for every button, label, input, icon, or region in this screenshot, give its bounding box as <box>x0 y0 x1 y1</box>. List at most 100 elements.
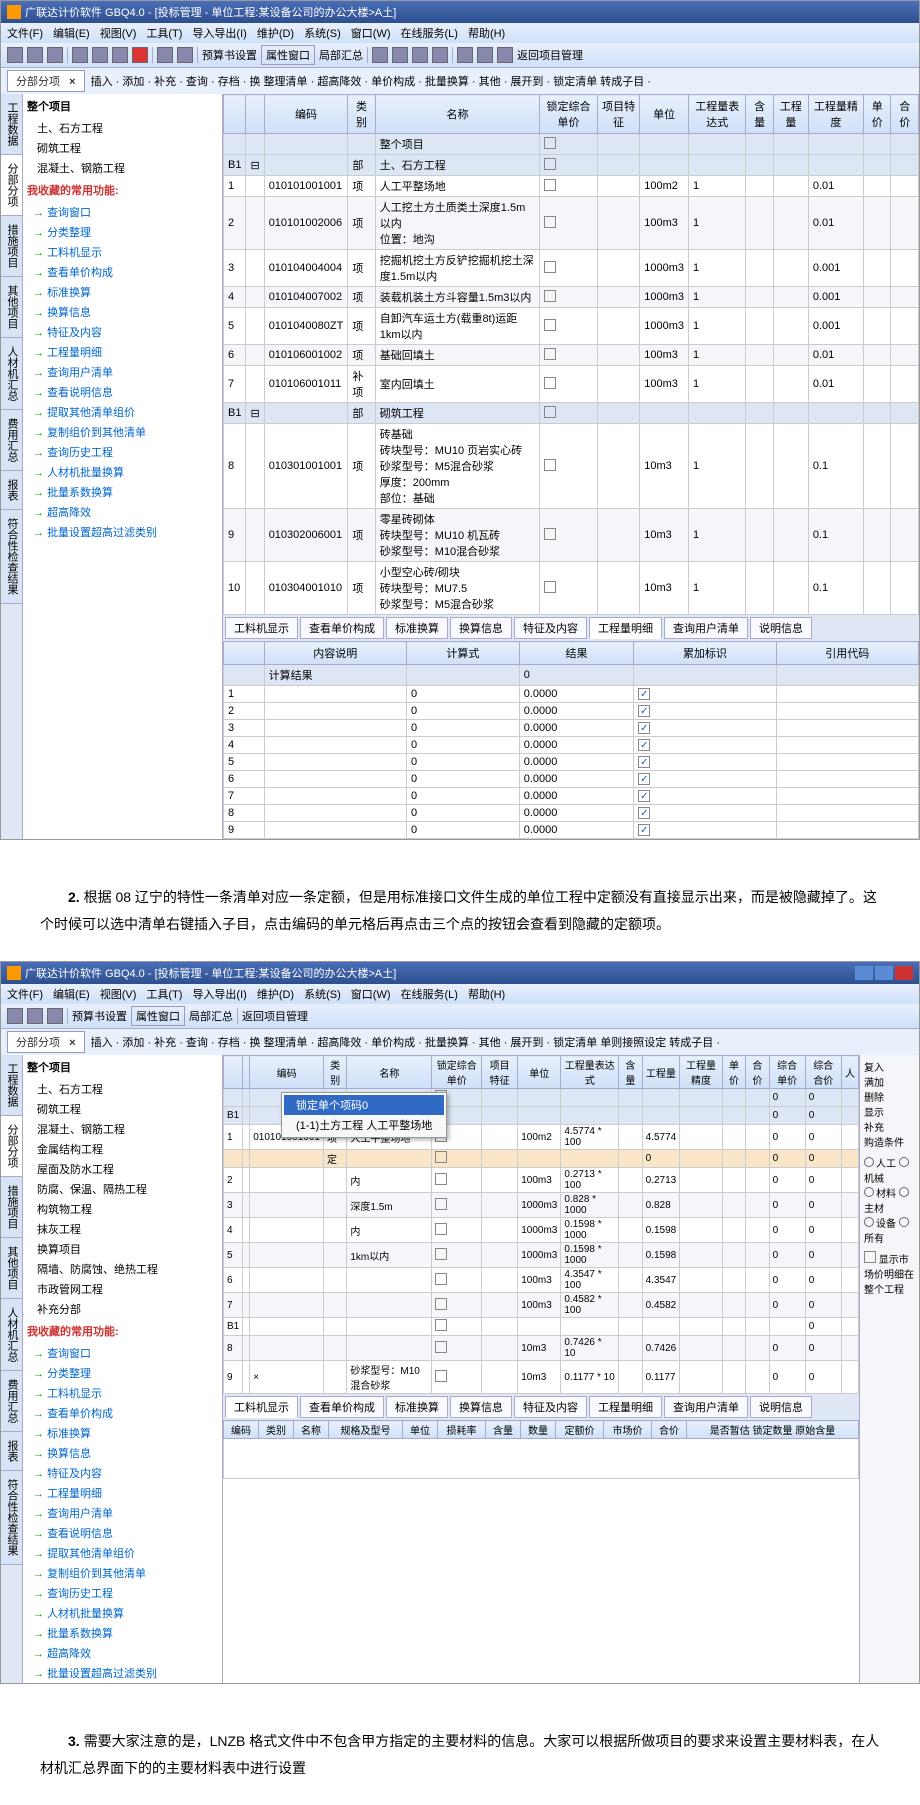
menu-view[interactable]: 视图(V) <box>100 25 137 41</box>
nav-prev-icon[interactable] <box>392 47 408 63</box>
btab[interactable]: 工料机显示 <box>225 1396 298 1418</box>
fav-link[interactable]: 标准换算 <box>23 282 222 302</box>
fav-link[interactable]: 工料机显示 <box>23 1383 222 1403</box>
delete-icon[interactable] <box>132 47 148 63</box>
fav-link[interactable]: 提取其他清单组价 <box>23 402 222 422</box>
return-project[interactable]: 返回项目管理 <box>517 47 583 63</box>
misc-icon[interactable] <box>477 47 493 63</box>
new-icon[interactable] <box>7 1008 23 1024</box>
btab[interactable]: 查看单价构成 <box>300 617 384 639</box>
local-sum[interactable]: 局部汇总 <box>319 47 363 63</box>
btab[interactable]: 特征及内容 <box>514 1396 587 1418</box>
vtab-measures[interactable]: 措施项目 <box>1 1177 22 1238</box>
cut-icon[interactable] <box>72 47 88 63</box>
doc-tab[interactable]: 分部分项 × <box>7 1031 85 1053</box>
fav-link[interactable]: 超高降效 <box>23 1643 222 1663</box>
nav-last-icon[interactable] <box>432 47 448 63</box>
menu-edit[interactable]: 编辑(E) <box>53 25 90 41</box>
radio[interactable] <box>864 1157 874 1167</box>
fav-link[interactable]: 查看单价构成 <box>23 262 222 282</box>
checkbox[interactable] <box>864 1251 876 1263</box>
tree-item[interactable]: 混凝土、钢筋工程 <box>37 1119 222 1139</box>
maximize-icon[interactable] <box>875 966 893 980</box>
btn[interactable]: 复入 <box>864 1059 915 1074</box>
return-project[interactable]: 返回项目管理 <box>242 1008 308 1024</box>
fav-link[interactable]: 批量系数换算 <box>23 1623 222 1643</box>
radio[interactable] <box>864 1217 874 1227</box>
fav-link[interactable]: 工料机显示 <box>23 242 222 262</box>
vtab-fees[interactable]: 费用汇总 <box>1 1371 22 1432</box>
menu-online[interactable]: 在线服务(L) <box>401 986 458 1002</box>
fav-link[interactable]: 工程量明细 <box>23 342 222 362</box>
undo-icon[interactable] <box>157 47 173 63</box>
budget-settings[interactable]: 预算书设置 <box>72 1008 127 1024</box>
tree-item[interactable]: 构筑物工程 <box>37 1199 222 1219</box>
menu-edit[interactable]: 编辑(E) <box>53 986 90 1002</box>
budget-settings[interactable]: 预算书设置 <box>202 47 257 63</box>
radio[interactable] <box>899 1217 909 1227</box>
save-icon[interactable] <box>47 47 63 63</box>
fav-link[interactable]: 批量设置超高过滤类别 <box>23 1663 222 1683</box>
fav-link[interactable]: 换算信息 <box>23 1443 222 1463</box>
btab[interactable]: 标准换算 <box>386 1396 448 1418</box>
menu-tool[interactable]: 工具(T) <box>146 986 182 1002</box>
vtab-data[interactable]: 工程数据 <box>1 94 22 155</box>
close-icon[interactable]: × <box>69 76 75 88</box>
menu-help[interactable]: 帮助(H) <box>468 25 505 41</box>
menu-import[interactable]: 导入导出(I) <box>192 986 246 1002</box>
fav-link[interactable]: 特征及内容 <box>23 1463 222 1483</box>
vtab-materials[interactable]: 人材机汇总 <box>1 338 22 410</box>
vtab-check[interactable]: 符合性检查结果 <box>1 1471 22 1565</box>
menu-file[interactable]: 文件(F) <box>7 25 43 41</box>
btab[interactable]: 工料机显示 <box>225 617 298 639</box>
open-icon[interactable] <box>27 1008 43 1024</box>
vtab-other[interactable]: 其他项目 <box>1 277 22 338</box>
paste-icon[interactable] <box>112 47 128 63</box>
btab[interactable]: 查询用户清单 <box>664 1396 748 1418</box>
tree-root[interactable]: 整个项目 <box>23 94 222 118</box>
tree-item[interactable]: 换算项目 <box>37 1239 222 1259</box>
fav-link[interactable]: 工程量明细 <box>23 1483 222 1503</box>
nav-next-icon[interactable] <box>412 47 428 63</box>
btn[interactable]: 显示 <box>864 1104 915 1119</box>
menu-file[interactable]: 文件(F) <box>7 986 43 1002</box>
vtab-fees[interactable]: 费用汇总 <box>1 410 22 471</box>
menu-window[interactable]: 窗口(W) <box>351 25 391 41</box>
fav-link[interactable]: 换算信息 <box>23 302 222 322</box>
tree-item[interactable]: 市政管网工程 <box>37 1279 222 1299</box>
doc-tab[interactable]: 分部分项 × <box>7 70 85 92</box>
vtab-report[interactable]: 报表 <box>1 471 22 510</box>
fav-link[interactable]: 分类整理 <box>23 1363 222 1383</box>
vtab-report[interactable]: 报表 <box>1 1432 22 1471</box>
fav-link[interactable]: 查询窗口 <box>23 202 222 222</box>
fav-link[interactable]: 查询历史工程 <box>23 442 222 462</box>
btn[interactable]: 购造条件 <box>864 1134 915 1149</box>
menu-system[interactable]: 系统(S) <box>304 25 341 41</box>
prop-window[interactable]: 属性窗口 <box>131 1006 185 1026</box>
calc-table[interactable]: 内容说明 计算式 结果 累加标识 引用代码 计算结果0 100.0000200.… <box>223 641 919 839</box>
btn[interactable]: 满加 <box>864 1074 915 1089</box>
vtab-items[interactable]: 分部分项 <box>1 155 22 216</box>
close-icon[interactable]: × <box>69 1037 75 1049</box>
btab[interactable]: 查看单价构成 <box>300 1396 384 1418</box>
btab[interactable]: 标准换算 <box>386 617 448 639</box>
save-icon[interactable] <box>47 1008 63 1024</box>
tree-item[interactable]: 屋面及防水工程 <box>37 1159 222 1179</box>
fav-link[interactable]: 人材机批量换算 <box>23 462 222 482</box>
tree-item[interactable]: 隔墙、防腐蚀、绝热工程 <box>37 1259 222 1279</box>
sub-table[interactable]: 编码类别名称规格及型号单位损耗率含量数量定额价市场价合价是否暂估 锁定数量 原始… <box>223 1420 859 1479</box>
tree-item[interactable]: 混凝土、钢筋工程 <box>37 158 222 178</box>
menu-maint[interactable]: 维护(D) <box>257 986 294 1002</box>
btab[interactable]: 换算信息 <box>450 617 512 639</box>
menu-system[interactable]: 系统(S) <box>304 986 341 1002</box>
fav-link[interactable]: 分类整理 <box>23 222 222 242</box>
radio[interactable] <box>899 1157 909 1167</box>
fav-link[interactable]: 批量设置超高过滤类别 <box>23 522 222 542</box>
menu-import[interactable]: 导入导出(I) <box>192 25 246 41</box>
redo-icon[interactable] <box>177 47 193 63</box>
local-sum[interactable]: 局部汇总 <box>189 1008 233 1024</box>
copy-icon[interactable] <box>92 47 108 63</box>
btab[interactable]: 工程量明细 <box>589 1396 662 1418</box>
menu-help[interactable]: 帮助(H) <box>468 986 505 1002</box>
minimize-icon[interactable] <box>855 966 873 980</box>
